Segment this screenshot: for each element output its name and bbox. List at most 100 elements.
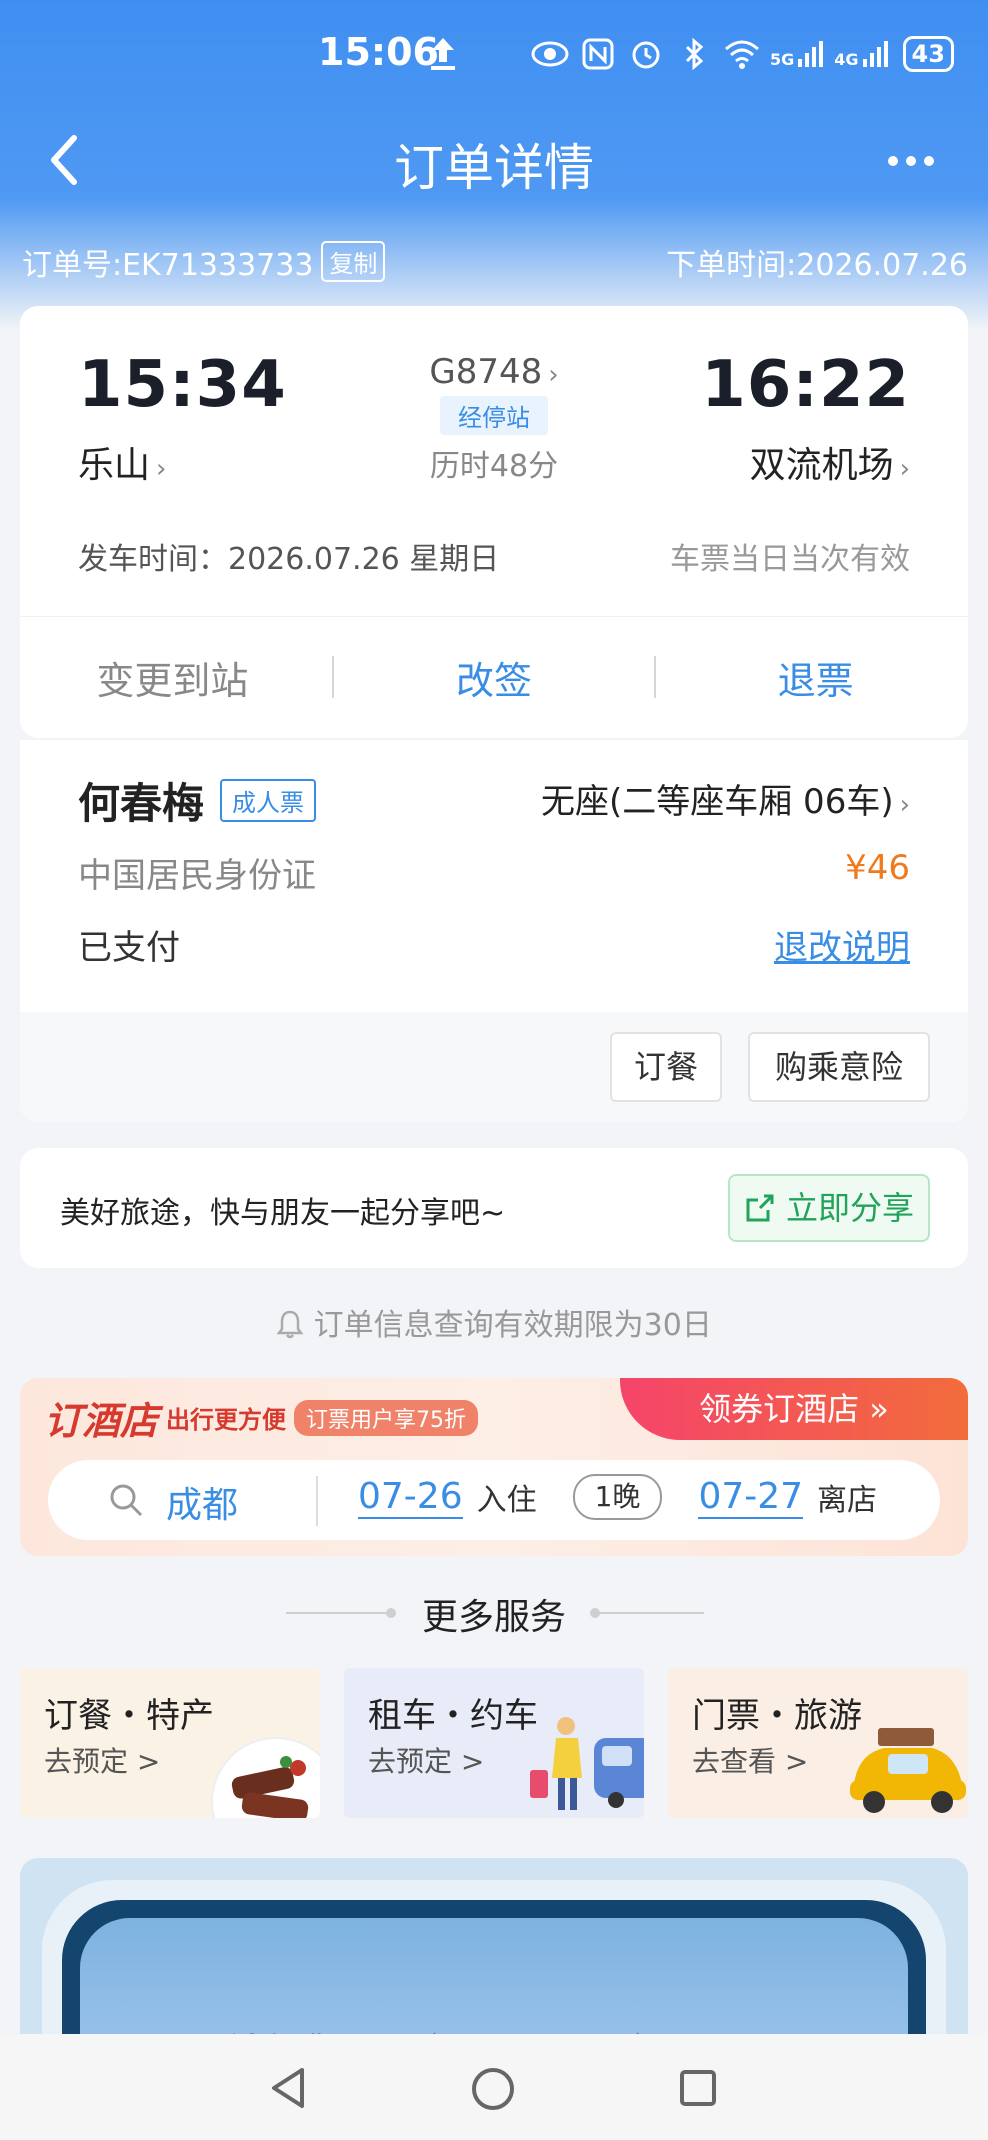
car-rental-icon [530,1717,644,1810]
hotel-header: 订酒店 出行更方便 订票用户享75折 [44,1390,479,1445]
checkin-date[interactable]: 07-26 [358,1476,463,1519]
share-button-label: 立即分享 [785,1189,914,1227]
passenger-extra-actions: 订餐 购乘意险 [20,1012,968,1122]
passenger-card: 何春梅 成人票 无座(二等座车厢 06车) › 中国居民身份证 ¥46 已支付 退… [20,740,968,1122]
chevron-right-icon: › [156,454,167,484]
nav-recents-icon[interactable] [678,2068,718,2108]
dot-icon [924,156,934,166]
depart-station-name: 乐山 [78,445,151,486]
status-time: 15:06 [318,30,439,74]
alarm-icon [632,41,660,69]
order-meal-button[interactable]: 订餐 [610,1032,722,1102]
order-number-text: 订单号:EK71333733 [22,248,314,283]
ticket-price: ¥46 [845,848,910,888]
search-icon [110,1484,143,1517]
depart-date-info: 发车时间：2026.07.26 星期日 [78,542,500,577]
ticket-type-badge: 成人票 [220,779,317,822]
share-card: 美好旅途，快与朋友一起分享吧~ 立即分享 [20,1148,968,1268]
bell-icon [276,1310,304,1339]
arrive-station[interactable]: 双流机场 › [750,436,910,488]
service-name: 门票・旅游 [692,1696,862,1736]
more-services-title: 更多服务 [421,1597,566,1638]
order-time: 下单时间:2026.07.26 [666,248,968,283]
change-station-button[interactable]: 变更到站 [27,650,317,705]
checkout-label: 离店 [817,1483,878,1518]
train-number: G8748 › [429,352,559,392]
ticket-actions: 变更到站 改签 退票 [20,616,968,738]
nav-home-icon[interactable] [470,2066,516,2112]
service-name: 订餐・特产 [44,1696,214,1736]
status-icons: 5G 4G 43 [530,34,954,74]
hotel-logo: 订酒店 [44,1399,159,1443]
seat-info[interactable]: 无座(二等座车厢 06车) › [541,774,910,823]
wifi-icon [725,40,759,69]
signal-bars-icon [798,41,824,67]
chevron-right-icon: › [899,790,910,820]
copy-button[interactable]: 复制 [321,241,386,282]
reschedule-button[interactable]: 改签 [349,650,639,705]
hotel-slogan: 出行更方便 [166,1406,287,1434]
divider [316,1476,318,1526]
depart-time: 15:34 [78,348,287,422]
buy-insurance-button[interactable]: 购乘意险 [748,1032,930,1102]
eye-icon [531,41,569,67]
ticket-card: 15:34 乐山 › G8748 › 经停站 历时48分 16:22 双流机场 › 发… [20,306,968,738]
more-menu-button[interactable] [888,146,948,176]
refund-button[interactable]: 退票 [671,650,961,705]
seat-text: 无座(二等座车厢 06车) [540,782,894,822]
nfc-icon [582,38,614,70]
service-name: 租车・约车 [368,1696,538,1736]
passenger-header: 何春梅 成人票 [78,770,317,831]
passenger-name: 何春梅 [78,779,205,828]
promo-banner[interactable]: 活动日期：2026年7月1日 - 2026年8月31日 [20,1858,968,2058]
hotel-discount-badge: 订票用户享75折 [294,1399,479,1436]
system-nav-bar [0,2034,988,2140]
page-title: 订单详情 [394,139,594,197]
hotel-coupon-button[interactable]: 领券订酒店 » [620,1378,968,1440]
bluetooth-icon [685,37,704,71]
battery-indicator: 43 [902,36,954,72]
signal-4g: 4G [834,39,890,69]
hotel-search-bar[interactable]: 成都 07-26 入住 1晚 07-27 离店 [48,1460,940,1540]
service-link: 去预定 > [44,1745,161,1778]
share-text: 美好旅途，快与朋友一起分享吧~ [60,1196,506,1231]
order-number: 订单号:EK71333733 复制 [22,240,386,284]
share-button[interactable]: 立即分享 [727,1174,930,1242]
service-link: 去查看 > [692,1745,809,1778]
hotel-promo-card[interactable]: 订酒店 出行更方便 订票用户享75折 领券订酒店 » 成都 07-26 入住 1… [20,1378,968,1556]
depart-station[interactable]: 乐山 › [78,436,166,488]
stops-badge[interactable]: 经停站 [440,396,548,435]
nights-count: 1晚 [572,1474,663,1520]
refund-rules-link[interactable]: 退改说明 [774,920,910,969]
train-info[interactable]: G8748 › 经停站 历时48分 [374,352,614,485]
trip-duration: 历时48分 [429,449,559,484]
hotel-city[interactable]: 成都 [166,1476,238,1528]
service-meal[interactable]: 订餐・特产 去预定 > [20,1668,320,1818]
signal-bars-icon [862,41,888,67]
chevron-right-icon: › [899,454,910,484]
share-icon [746,1194,774,1222]
checkout-date[interactable]: 07-27 [698,1476,804,1519]
divider [332,656,335,698]
hotel-dates[interactable]: 07-26 入住 1晚 07-27 离店 [358,1474,877,1520]
food-plate-icon [211,1737,320,1818]
query-notice: 订单信息查询有效期限为30日 [0,1300,988,1344]
chevron-right-icon: › [548,360,559,390]
service-car[interactable]: 租车・约车 去预定 > [344,1668,644,1818]
id-type: 中国居民身份证 [78,856,316,896]
divider [653,656,656,698]
service-link: 去预定 > [368,1745,485,1778]
status-bar: 15:06 5G 4G 43 [0,0,988,110]
service-tickets[interactable]: 门票・旅游 去查看 > [668,1668,968,1818]
dot-icon [906,156,916,166]
travel-car-icon [850,1728,966,1813]
notice-text: 订单信息查询有效期限为30日 [313,1308,712,1343]
upload-icon [431,38,455,70]
arrive-time: 16:22 [701,348,910,422]
signal-5g: 5G [770,39,826,69]
payment-status: 已支付 [78,928,180,968]
dot-icon [888,156,898,166]
ticket-validity: 车票当日当次有效 [670,542,910,577]
divider [594,1612,704,1614]
nav-back-icon[interactable] [268,2066,308,2110]
